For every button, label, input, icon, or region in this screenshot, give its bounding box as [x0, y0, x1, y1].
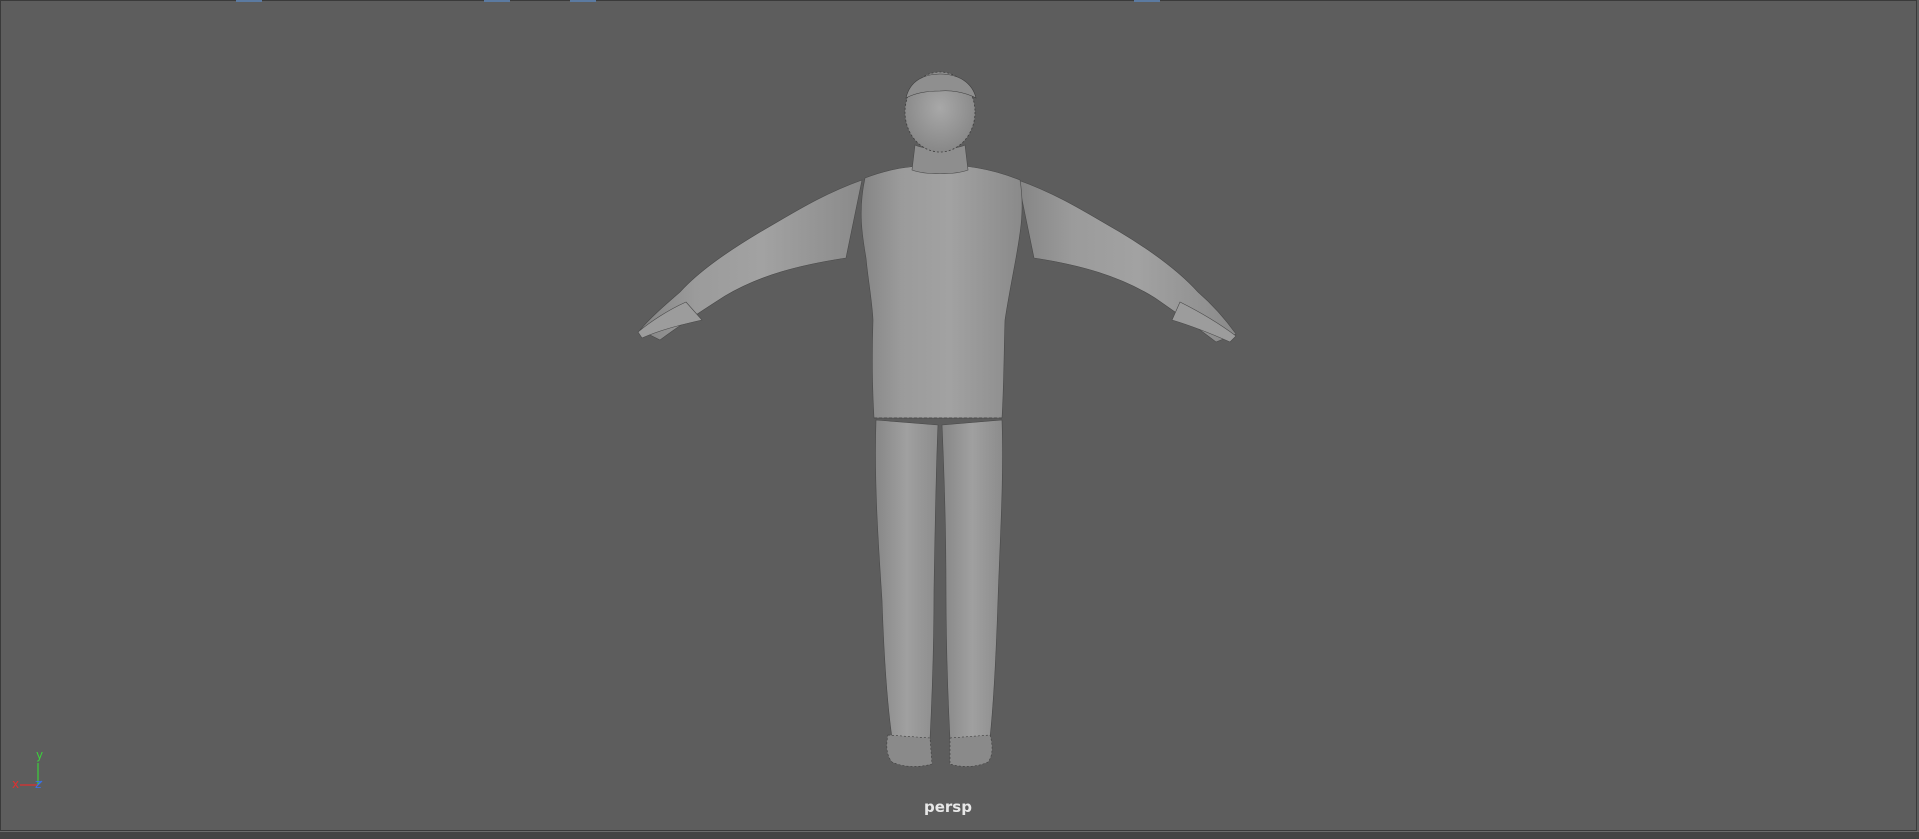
viewport-bottom-bar — [0, 831, 1919, 839]
right-leg — [941, 419, 1003, 741]
character-model[interactable] — [0, 0, 1919, 839]
y-axis-label: y — [36, 748, 43, 762]
left-leg — [875, 419, 939, 741]
left-shoe — [886, 734, 933, 767]
x-axis-label: x — [12, 777, 19, 791]
torso-jacket — [860, 164, 1023, 419]
camera-name-label: persp — [924, 798, 972, 816]
z-axis-label: z — [35, 777, 41, 791]
perspective-viewport[interactable]: y x z persp — [0, 0, 1919, 839]
right-shoe — [949, 734, 993, 767]
axis-indicator: y x z — [12, 748, 43, 791]
